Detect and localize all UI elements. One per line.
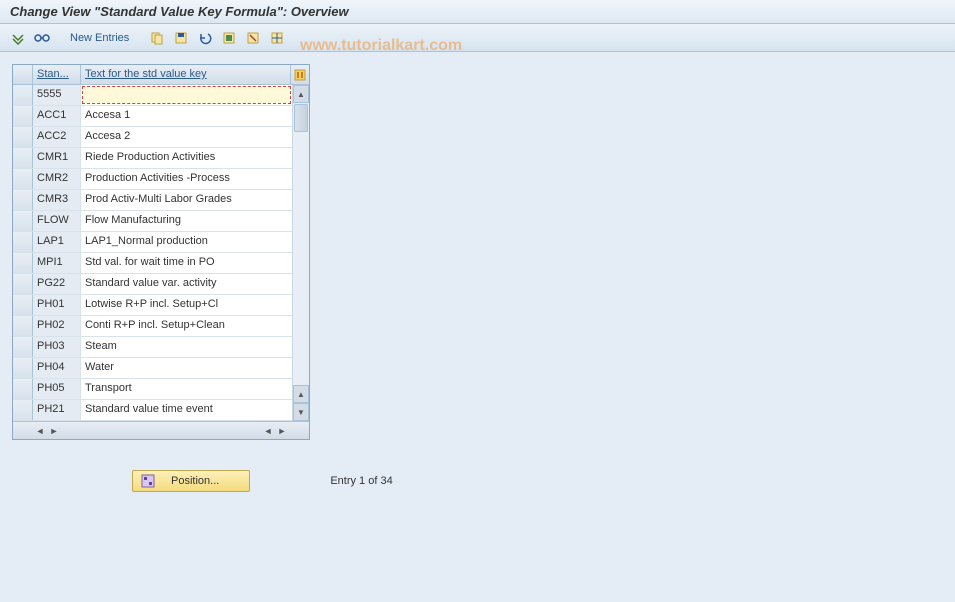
cell-text[interactable]: LAP1_Normal production (81, 232, 292, 252)
row-selector[interactable] (13, 85, 33, 105)
copy-icon[interactable] (147, 28, 167, 48)
cell-key[interactable]: PH05 (33, 379, 81, 399)
cell-text[interactable]: Water (81, 358, 292, 378)
cell-text[interactable]: Prod Activ-Multi Labor Grades (81, 190, 292, 210)
position-icon (141, 474, 155, 488)
table-row[interactable]: FLOW Flow Manufacturing (13, 211, 292, 232)
cell-key[interactable]: PH02 (33, 316, 81, 336)
table-row[interactable]: PH01 Lotwise R+P incl. Setup+Cl (13, 295, 292, 316)
cell-key[interactable]: PG22 (33, 274, 81, 294)
horizontal-scrollbar: ◄ ► ◄ ► (13, 421, 309, 439)
table-settings-icon[interactable] (291, 65, 309, 84)
table-row[interactable]: ACC2 Accesa 2 (13, 127, 292, 148)
table-row[interactable]: MPI1 Std val. for wait time in PO (13, 253, 292, 274)
cell-key[interactable]: PH01 (33, 295, 81, 315)
select-column-header[interactable] (13, 65, 33, 84)
cell-text[interactable]: Standard value time event (81, 400, 292, 420)
cell-key[interactable]: LAP1 (33, 232, 81, 252)
cell-text[interactable]: Flow Manufacturing (81, 211, 292, 231)
scroll-track[interactable] (293, 133, 309, 385)
cell-text[interactable]: Lotwise R+P incl. Setup+Cl (81, 295, 292, 315)
cell-text[interactable]: Transport (81, 379, 292, 399)
data-table: Stan... Text for the std value key 5555 … (12, 64, 310, 440)
cell-text[interactable]: Standard value var. activity (81, 274, 292, 294)
undo-icon[interactable] (195, 28, 215, 48)
scroll-up-icon[interactable]: ▲ (293, 85, 309, 103)
cell-text[interactable]: Conti R+P incl. Setup+Clean (81, 316, 292, 336)
table-row[interactable]: CMR3 Prod Activ-Multi Labor Grades (13, 190, 292, 211)
new-entries-link[interactable]: New Entries (64, 30, 135, 46)
entry-status: Entry 1 of 34 (330, 475, 392, 487)
cell-text[interactable]: Production Activities -Process (81, 169, 292, 189)
scroll-right2-icon[interactable]: ► (275, 424, 289, 438)
cell-key[interactable]: PH03 (33, 337, 81, 357)
row-selector[interactable] (13, 190, 33, 210)
cell-key[interactable]: ACC1 (33, 106, 81, 126)
scroll-down-icon[interactable]: ▼ (293, 403, 309, 421)
scroll-left-icon[interactable]: ◄ (33, 424, 47, 438)
scroll-left2-icon[interactable]: ◄ (261, 424, 275, 438)
vertical-scrollbar[interactable]: ▲ ▲ ▼ (292, 85, 309, 421)
cell-key[interactable]: PH04 (33, 358, 81, 378)
row-selector[interactable] (13, 274, 33, 294)
position-label: Position... (171, 475, 219, 487)
cell-key[interactable]: MPI1 (33, 253, 81, 273)
row-selector[interactable] (13, 127, 33, 147)
scroll-up2-icon[interactable]: ▲ (293, 385, 309, 403)
glasses-icon[interactable] (32, 28, 52, 48)
cell-text-input[interactable] (82, 86, 291, 104)
cell-text[interactable]: Riede Production Activities (81, 148, 292, 168)
cell-text[interactable]: Std val. for wait time in PO (81, 253, 292, 273)
table-rows: 5555 ACC1 Accesa 1 ACC2 Accesa 2 CMR1 Ri… (13, 85, 292, 421)
column-header-key[interactable]: Stan... (33, 65, 81, 84)
table-row[interactable]: PH03 Steam (13, 337, 292, 358)
table-row[interactable]: CMR2 Production Activities -Process (13, 169, 292, 190)
table-row[interactable]: PH04 Water (13, 358, 292, 379)
row-selector[interactable] (13, 106, 33, 126)
position-button[interactable]: Position... (132, 470, 250, 492)
row-selector[interactable] (13, 379, 33, 399)
row-selector[interactable] (13, 232, 33, 252)
expand-icon[interactable] (8, 28, 28, 48)
row-selector[interactable] (13, 316, 33, 336)
delimit-icon[interactable] (267, 28, 287, 48)
toolbar: New Entries (0, 24, 955, 52)
deselect-all-icon[interactable] (243, 28, 263, 48)
table-row[interactable]: PH21 Standard value time event (13, 400, 292, 421)
cell-text[interactable]: Accesa 1 (81, 106, 292, 126)
cell-key[interactable]: CMR3 (33, 190, 81, 210)
row-selector[interactable] (13, 358, 33, 378)
row-selector[interactable] (13, 253, 33, 273)
select-all-icon[interactable] (219, 28, 239, 48)
cell-key[interactable]: PH21 (33, 400, 81, 420)
table-row[interactable]: ACC1 Accesa 1 (13, 106, 292, 127)
row-selector[interactable] (13, 169, 33, 189)
bottom-bar: Position... Entry 1 of 34 (12, 470, 943, 492)
cell-key[interactable]: ACC2 (33, 127, 81, 147)
cell-key[interactable]: 5555 (33, 85, 81, 105)
row-selector[interactable] (13, 337, 33, 357)
save-icon[interactable] (171, 28, 191, 48)
page-title: Change View "Standard Value Key Formula"… (0, 0, 955, 24)
table-row[interactable]: CMR1 Riede Production Activities (13, 148, 292, 169)
scroll-thumb[interactable] (294, 104, 308, 132)
row-selector[interactable] (13, 400, 33, 420)
column-header-text[interactable]: Text for the std value key (81, 65, 291, 84)
scroll-right-icon[interactable]: ► (47, 424, 61, 438)
table-header: Stan... Text for the std value key (13, 65, 309, 85)
table-row[interactable]: PH05 Transport (13, 379, 292, 400)
cell-key[interactable]: FLOW (33, 211, 81, 231)
cell-text[interactable]: Steam (81, 337, 292, 357)
table-row[interactable]: LAP1 LAP1_Normal production (13, 232, 292, 253)
table-row[interactable]: PH02 Conti R+P incl. Setup+Clean (13, 316, 292, 337)
cell-key[interactable]: CMR2 (33, 169, 81, 189)
row-selector[interactable] (13, 211, 33, 231)
content-area: Stan... Text for the std value key 5555 … (0, 52, 955, 602)
row-selector[interactable] (13, 295, 33, 315)
row-selector[interactable] (13, 148, 33, 168)
cell-text[interactable]: Accesa 2 (81, 127, 292, 147)
table-row[interactable]: PG22 Standard value var. activity (13, 274, 292, 295)
cell-key[interactable]: CMR1 (33, 148, 81, 168)
table-row[interactable]: 5555 (13, 85, 292, 106)
